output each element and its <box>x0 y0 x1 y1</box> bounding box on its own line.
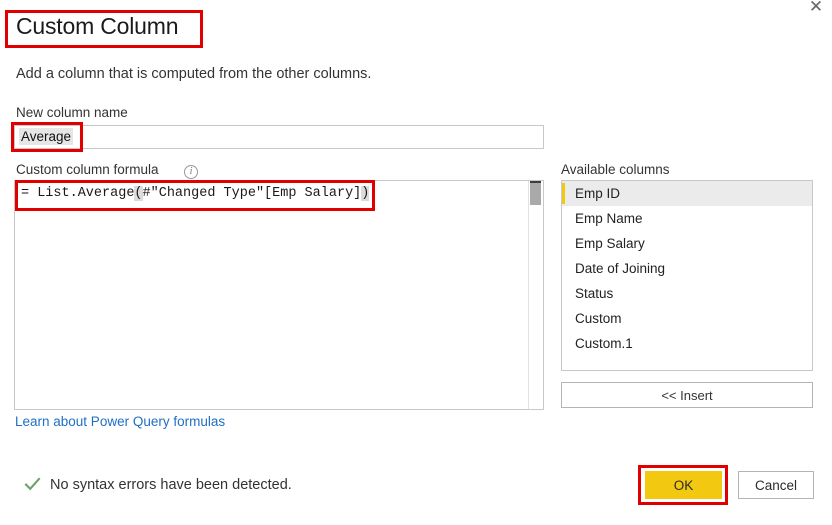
new-column-name-label: New column name <box>16 105 128 120</box>
formula-middle: #"Changed Type"[Emp Salary] <box>142 186 362 201</box>
column-list-item-label: Custom <box>575 311 622 326</box>
column-list-item[interactable]: Custom <box>562 306 812 331</box>
column-list-item-label: Emp Salary <box>575 236 645 251</box>
dialog-subtitle: Add a column that is computed from the o… <box>16 66 372 82</box>
column-list-item-label: Emp Name <box>575 211 643 226</box>
available-columns-list[interactable]: Emp ID Emp Name Emp Salary Date of Joining S… <box>561 180 813 371</box>
custom-column-formula-input[interactable] <box>14 180 544 410</box>
column-list-item[interactable]: Custom.1 <box>562 331 812 356</box>
page-title: Custom Column <box>16 13 179 39</box>
formula-text: = List.Average(#"Changed Type"[Emp Salar… <box>21 186 370 201</box>
cancel-button[interactable]: Cancel <box>738 471 814 499</box>
close-icon[interactable]: ✕ <box>802 0 830 20</box>
column-list-item[interactable]: Emp ID <box>562 181 812 206</box>
formula-open-paren: ( <box>134 186 143 201</box>
column-list-item-label: Emp ID <box>575 186 621 201</box>
available-columns-label: Available columns <box>561 162 670 177</box>
custom-column-dialog: ✕ Custom Column Add a column that is com… <box>0 0 832 525</box>
custom-column-formula-label: Custom column formula <box>16 162 159 177</box>
new-column-name-input[interactable] <box>14 125 544 149</box>
column-list-item-label: Custom.1 <box>575 336 633 351</box>
column-list-item-label: Date of Joining <box>575 261 666 276</box>
formula-prefix: = List.Average <box>21 186 135 201</box>
checkmark-icon <box>24 476 41 493</box>
column-list-item[interactable]: Date of Joining <box>562 256 812 281</box>
formula-close-paren: ) <box>361 186 370 201</box>
insert-button[interactable]: << Insert <box>561 382 813 408</box>
ok-button[interactable]: OK <box>645 471 722 499</box>
column-list-item[interactable]: Emp Salary <box>562 231 812 256</box>
column-list-item[interactable]: Emp Name <box>562 206 812 231</box>
learn-power-query-link[interactable]: Learn about Power Query formulas <box>15 414 225 429</box>
status-text: No syntax errors have been detected. <box>50 476 292 493</box>
new-column-name-value: Average <box>19 128 74 145</box>
formula-scrollbar-thumb[interactable] <box>530 183 541 205</box>
info-icon[interactable]: i <box>184 165 198 179</box>
status-message: No syntax errors have been detected. <box>24 476 292 493</box>
column-list-item-label: Status <box>575 286 614 301</box>
formula-scrollbar[interactable] <box>528 181 543 409</box>
column-list-item[interactable]: Status <box>562 281 812 306</box>
